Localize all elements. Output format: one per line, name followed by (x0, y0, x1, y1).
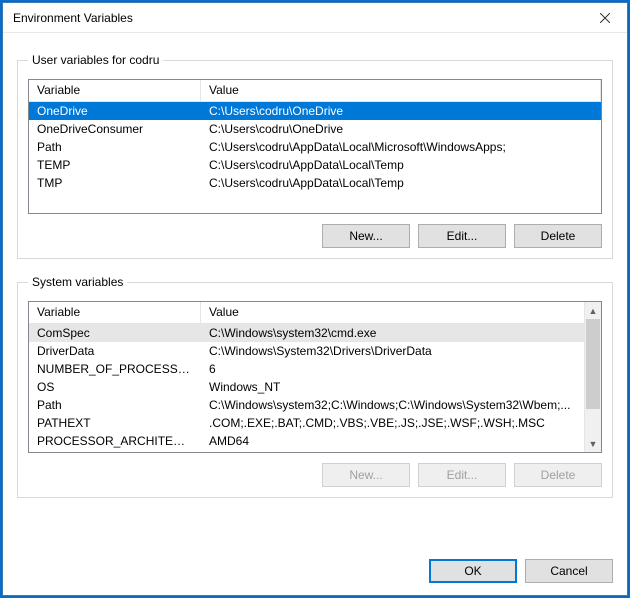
user-new-button[interactable]: New... (322, 224, 410, 248)
user-variables-group: User variables for codru Variable Value … (17, 53, 613, 259)
table-row[interactable]: DriverDataC:\Windows\System32\Drivers\Dr… (29, 342, 584, 360)
close-button[interactable] (582, 3, 627, 33)
user-edit-button[interactable]: Edit... (418, 224, 506, 248)
var-value: AMD64 (201, 434, 584, 448)
var-name: Path (29, 398, 201, 412)
close-icon (600, 13, 610, 23)
var-name: ComSpec (29, 326, 201, 340)
var-value: C:\Users\codru\AppData\Local\Microsoft\W… (201, 140, 601, 154)
scroll-up-icon[interactable]: ▲ (585, 302, 601, 319)
col-variable[interactable]: Variable (29, 302, 201, 323)
var-name: OS (29, 380, 201, 394)
system-new-button[interactable]: New... (322, 463, 410, 487)
system-delete-button[interactable]: Delete (514, 463, 602, 487)
var-value: C:\Users\codru\AppData\Local\Temp (201, 158, 601, 172)
table-row[interactable]: PathC:\Windows\system32;C:\Windows;C:\Wi… (29, 396, 584, 414)
var-name: Path (29, 140, 201, 154)
col-value[interactable]: Value (201, 80, 601, 101)
table-row[interactable]: PROCESSOR_ARCHITECTUREAMD64 (29, 432, 584, 450)
scroll-track[interactable] (585, 319, 601, 435)
system-variables-group: System variables Variable Value ComSpecC… (17, 275, 613, 498)
col-value[interactable]: Value (201, 302, 601, 323)
var-value: Windows_NT (201, 380, 584, 394)
col-variable[interactable]: Variable (29, 80, 201, 101)
user-group-label: User variables for codru (28, 53, 163, 67)
var-value: C:\Users\codru\AppData\Local\Temp (201, 176, 601, 190)
system-edit-button[interactable]: Edit... (418, 463, 506, 487)
list-header: Variable Value (29, 302, 601, 324)
var-name: OneDrive (29, 104, 201, 118)
env-vars-dialog: Environment Variables User variables for… (2, 2, 628, 596)
var-value: C:\Users\codru\OneDrive (201, 104, 601, 118)
ok-button[interactable]: OK (429, 559, 517, 583)
var-value: C:\Windows\system32;C:\Windows;C:\Window… (201, 398, 584, 412)
titlebar: Environment Variables (3, 3, 627, 33)
scrollbar[interactable]: ▲ ▼ (584, 302, 601, 452)
var-value: .COM;.EXE;.BAT;.CMD;.VBS;.VBE;.JS;.JSE;.… (201, 416, 584, 430)
var-value: C:\Windows\system32\cmd.exe (201, 326, 584, 340)
table-row[interactable]: OneDriveC:\Users\codru\OneDrive (29, 102, 601, 120)
var-name: TMP (29, 176, 201, 190)
var-name: PATHEXT (29, 416, 201, 430)
cancel-button[interactable]: Cancel (525, 559, 613, 583)
user-delete-button[interactable]: Delete (514, 224, 602, 248)
table-row[interactable]: PathC:\Users\codru\AppData\Local\Microso… (29, 138, 601, 156)
var-name: TEMP (29, 158, 201, 172)
scroll-thumb[interactable] (586, 319, 600, 409)
var-value: 6 (201, 362, 584, 376)
user-variables-list[interactable]: Variable Value OneDriveC:\Users\codru\On… (28, 79, 602, 214)
var-value: C:\Windows\System32\Drivers\DriverData (201, 344, 584, 358)
var-name: PROCESSOR_ARCHITECTURE (29, 434, 201, 448)
table-row[interactable]: PATHEXT.COM;.EXE;.BAT;.CMD;.VBS;.VBE;.JS… (29, 414, 584, 432)
table-row[interactable]: NUMBER_OF_PROCESSORS6 (29, 360, 584, 378)
system-group-label: System variables (28, 275, 127, 289)
system-variables-list[interactable]: Variable Value ComSpecC:\Windows\system3… (28, 301, 602, 453)
var-name: NUMBER_OF_PROCESSORS (29, 362, 201, 376)
table-row[interactable]: ComSpecC:\Windows\system32\cmd.exe (29, 324, 584, 342)
table-row[interactable]: OneDriveConsumerC:\Users\codru\OneDrive (29, 120, 601, 138)
list-header: Variable Value (29, 80, 601, 102)
table-row[interactable]: TMPC:\Users\codru\AppData\Local\Temp (29, 174, 601, 192)
var-value: C:\Users\codru\OneDrive (201, 122, 601, 136)
table-row[interactable]: OSWindows_NT (29, 378, 584, 396)
var-name: OneDriveConsumer (29, 122, 201, 136)
window-title: Environment Variables (3, 11, 133, 25)
table-row[interactable]: TEMPC:\Users\codru\AppData\Local\Temp (29, 156, 601, 174)
var-name: DriverData (29, 344, 201, 358)
scroll-down-icon[interactable]: ▼ (585, 435, 601, 452)
